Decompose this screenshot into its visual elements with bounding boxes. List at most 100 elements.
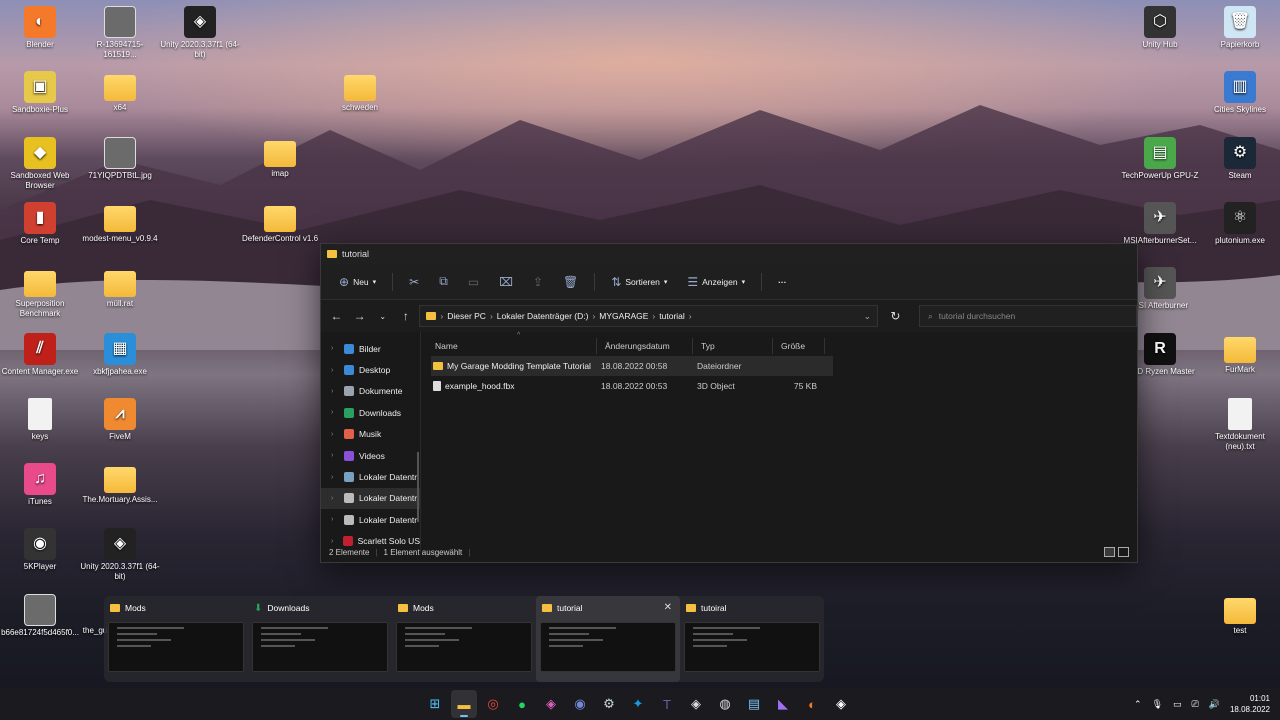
taskbar-windows-start[interactable]: ⊞ (422, 690, 448, 718)
chevron-right-icon[interactable]: › (331, 538, 338, 545)
breadcrumb-tutorial[interactable]: tutorial (659, 311, 685, 321)
desktop-icon-textdokument-neu-txt[interactable]: Textdokument (neu).txt (1200, 397, 1280, 452)
desktop-icon-5kplayer[interactable]: ◉ 5KPlayer (0, 528, 80, 572)
desktop-icon-test[interactable]: test (1200, 594, 1280, 636)
taskbar-chrome[interactable]: ◎ (480, 690, 506, 718)
show-hidden-icons-chevron-icon[interactable]: ⌃ (1134, 699, 1142, 710)
desktop-icon-steam[interactable]: ⚙ Steam (1200, 136, 1280, 181)
taskbar-file-explorer[interactable]: ▬ (451, 690, 477, 718)
file-row-example-hood-fbx[interactable]: example_hood.fbx 18.08.2022 00:53 3D Objec… (431, 376, 833, 396)
preview-tutorial[interactable]: tutorial ✕ (536, 596, 680, 682)
nav-item-videos[interactable]: › Videos (321, 445, 420, 466)
taskbar-photos[interactable]: ◈ (538, 690, 564, 718)
nav-item-bilder[interactable]: › Bilder (321, 338, 420, 359)
desktop-icon-r-13694715-161519[interactable]: R-13694715-161519... (80, 6, 160, 60)
details-view-icon[interactable] (1104, 547, 1115, 557)
preview-downloads[interactable]: ⬇ Downloads (248, 596, 392, 682)
copy-button[interactable]: ⧉ (431, 269, 456, 295)
taskbar-visual-studio[interactable]: ◣ (770, 690, 796, 718)
desktop-icon-unity-2020-3-37f1-64-bit[interactable]: ◈ Unity 2020.3.37f1 (64-bit) (160, 6, 240, 60)
nav-item-desktop[interactable]: › Desktop (321, 359, 420, 380)
network-icon[interactable]: ⎚ (1192, 699, 1199, 710)
new-button[interactable]: ⊕ Neu ▾ (331, 269, 384, 295)
chevron-right-icon[interactable]: › (331, 431, 339, 438)
taskbar-unity[interactable]: ◈ (683, 690, 709, 718)
preview-mods[interactable]: Mods (104, 596, 248, 682)
display-icon[interactable]: ▭ (1173, 699, 1182, 710)
breadcrumb-drive-d[interactable]: Lokaler Datenträger (D:) (497, 311, 589, 321)
share-button[interactable]: ⇪ (525, 269, 551, 295)
desktop-icon-m-ll-rat[interactable]: müll.rat (80, 267, 160, 309)
taskbar-obs[interactable]: ◍ (712, 690, 738, 718)
desktop-icon-71yiqpdtbtl-jpg[interactable]: 71YIQPDTBtL.jpg (80, 136, 160, 181)
desktop-icon-x64[interactable]: x64 (80, 71, 160, 113)
column-type[interactable]: Typ (693, 338, 773, 354)
nav-item-lokaler-datentr[interactable]: › Lokaler Datentr (321, 509, 420, 530)
desktop-icon-sandboxie-plus[interactable]: ▣ Sandboxie-Plus (0, 71, 80, 115)
desktop-icon-unity-hub[interactable]: ⬡ Unity Hub (1120, 6, 1200, 50)
close-icon[interactable]: ✕ (664, 602, 672, 613)
chevron-right-icon[interactable]: › (331, 452, 339, 459)
desktop-icon-content-manager-exe[interactable]: ⫽ Content Manager.exe (0, 332, 80, 377)
chevron-right-icon[interactable]: › (331, 367, 339, 374)
more-options-button[interactable]: ··· (770, 269, 795, 295)
taskbar-discord[interactable]: ◉ (567, 690, 593, 718)
taskbar-notepad[interactable]: ▤ (741, 690, 767, 718)
taskbar-steam[interactable]: ⚙ (596, 690, 622, 718)
back-arrow-icon[interactable]: ← (327, 309, 346, 323)
desktop-icon-b66e81724f5d465f0[interactable]: b66e81724f5d465f0... (0, 593, 80, 638)
sort-button[interactable]: ⇅ Sortieren ▾ (603, 269, 675, 295)
column-name[interactable]: Name (427, 338, 597, 354)
desktop-icon-sandboxed-web-browser[interactable]: ◆ Sandboxed Web Browser (0, 136, 80, 191)
address-history-chevron-icon[interactable]: ⌄ (864, 311, 871, 322)
desktop-icon-itunes[interactable]: ♫ iTunes (0, 463, 80, 507)
desktop-icon-blender[interactable]: ◐ Blender (0, 6, 80, 50)
desktop-icon-plutonium-exe[interactable]: ⚛ plutonium.exe (1200, 201, 1280, 246)
nav-item-lokaler-datentr[interactable]: › Lokaler Datentr (321, 466, 420, 487)
cut-button[interactable]: ✂ (401, 269, 427, 295)
column-size[interactable]: Größe (773, 338, 825, 354)
chevron-right-icon[interactable]: › (331, 495, 339, 502)
chevron-right-icon[interactable]: › (331, 409, 339, 416)
nav-item-lokaler-datentr[interactable]: › Lokaler Datentr (321, 487, 420, 510)
desktop-icon-modest-menu-v0-9-4[interactable]: modest-menu_v0.9.4 (80, 202, 160, 244)
breadcrumb-this-pc[interactable]: Dieser PC (447, 311, 486, 321)
microphone-icon[interactable]: 🎙 (1152, 699, 1163, 710)
desktop-icon-unity-2020-3-37f1-64-bit[interactable]: ◈ Unity 2020.3.37f1 (64-bit) (80, 528, 160, 582)
preview-mods[interactable]: Mods (392, 596, 536, 682)
taskbar-spotify[interactable]: ● (509, 690, 535, 718)
file-explorer-window[interactable]: tutorial ⊕ Neu ▾ ✂ ⧉ ▭ ⌧ ⇪ 🗑 ⇅ Sortieren ▾ ☰… (320, 243, 1138, 563)
window-titlebar[interactable]: tutorial (321, 244, 1137, 264)
view-button[interactable]: ☰ Anzeigen ▾ (679, 269, 753, 295)
paste-button[interactable]: ▭ (460, 269, 487, 295)
taskbar-teams[interactable]: T (654, 690, 680, 718)
desktop-icon-defendercontrol-v1-6[interactable]: DefenderControl v1.6 (240, 202, 320, 244)
rename-button[interactable]: ⌧ (491, 269, 521, 295)
desktop-icon-imap[interactable]: imap (240, 137, 320, 179)
breadcrumb-mygarage[interactable]: MYGARAGE (599, 311, 648, 321)
desktop-icon-techpowerup-gpu-z[interactable]: ▤ TechPowerUp GPU-Z (1120, 136, 1200, 181)
desktop-icon-superposition-benchmark[interactable]: Superposition Benchmark (0, 267, 80, 319)
chevron-right-icon[interactable]: › (331, 388, 339, 395)
refresh-icon[interactable]: ↻ (886, 309, 905, 323)
desktop-icon-furmark[interactable]: FurMark (1200, 333, 1280, 375)
desktop-icon-core-temp[interactable]: ▮ Core Temp (0, 201, 80, 246)
nav-item-downloads[interactable]: › Downloads (321, 402, 420, 423)
taskbar-blender[interactable]: ◐ (799, 690, 825, 718)
address-bar[interactable]: › Dieser PC › Lokaler Datenträger (D:) › M… (419, 305, 878, 327)
tiles-view-icon[interactable] (1118, 547, 1129, 557)
desktop-icon-msiafterburnerset[interactable]: ✈ MSIAfterburnerSet... (1120, 201, 1200, 246)
desktop-icon-fivem[interactable]: ⩘ FiveM (80, 397, 160, 442)
search-input[interactable]: ⌕ tutorial durchsuchen (918, 305, 1138, 327)
forward-arrow-icon[interactable]: → (350, 309, 369, 323)
volume-icon[interactable]: 🔊 (1209, 699, 1220, 710)
desktop-icon-cities-skylines[interactable]: ▥ Cities Skylines (1200, 71, 1280, 115)
clock[interactable]: 01:01 18.08.2022 (1230, 693, 1270, 715)
taskbar-unity-editor[interactable]: ◈ (828, 690, 854, 718)
nav-item-musik[interactable]: › Musik (321, 424, 420, 445)
chevron-right-icon[interactable]: › (331, 516, 339, 523)
nav-item-dokumente[interactable]: › Dokumente (321, 381, 420, 402)
file-row-my-garage-modding-template-tutorial[interactable]: My Garage Modding Template Tutorial 18.08… (431, 356, 833, 376)
chevron-right-icon[interactable]: › (331, 474, 339, 481)
column-date[interactable]: Änderungsdatum (597, 338, 693, 354)
